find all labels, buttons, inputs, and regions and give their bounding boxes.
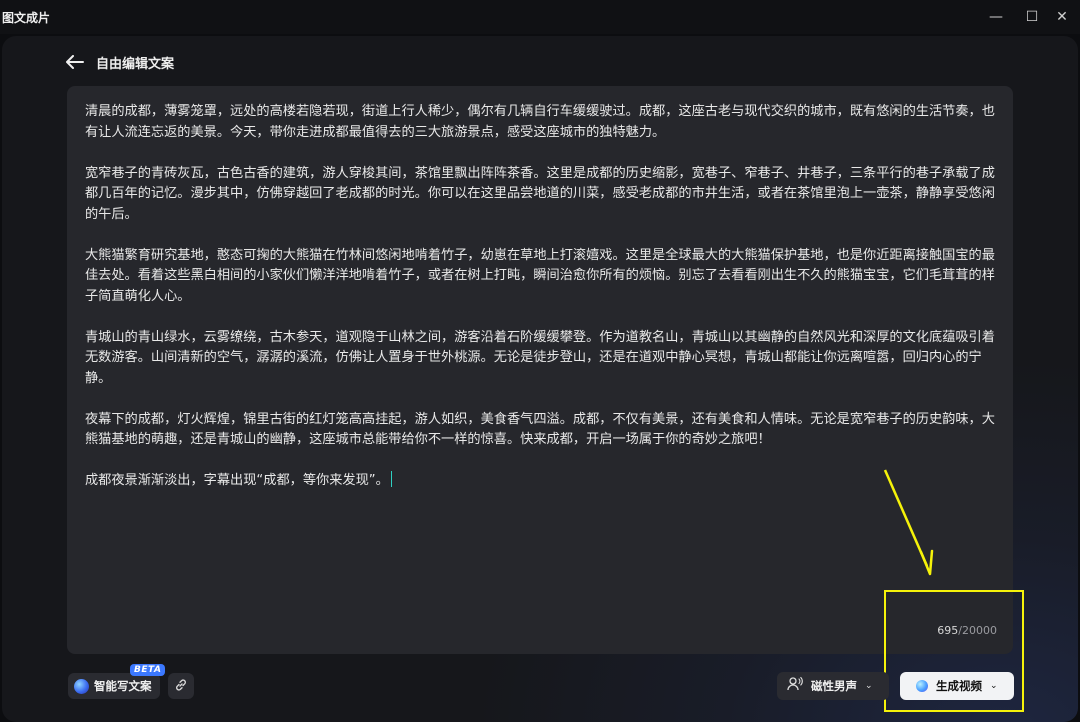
ai-orb-icon	[74, 678, 89, 694]
voice-label: 磁性男声	[811, 679, 857, 693]
ai-write-button[interactable]: 智能写文案 BETA	[68, 664, 166, 699]
chevron-down-icon: ⌄	[865, 681, 873, 691]
generate-label: 生成视频	[936, 679, 982, 693]
voice-select-button[interactable]: 磁性男声 ⌄	[777, 672, 889, 700]
chevron-down-icon: ⌄	[990, 681, 998, 691]
link-icon	[174, 677, 188, 696]
beta-badge: BETA	[130, 664, 166, 676]
bottom-left-toolbar: 智能写文案 BETA	[68, 664, 194, 699]
generate-video-button[interactable]: 生成视频 ⌄	[900, 672, 1014, 700]
person-voice-icon	[787, 676, 803, 696]
ai-write-label: 智能写文案	[94, 679, 152, 693]
link-button[interactable]	[167, 673, 194, 699]
generate-orb-icon	[916, 680, 928, 692]
